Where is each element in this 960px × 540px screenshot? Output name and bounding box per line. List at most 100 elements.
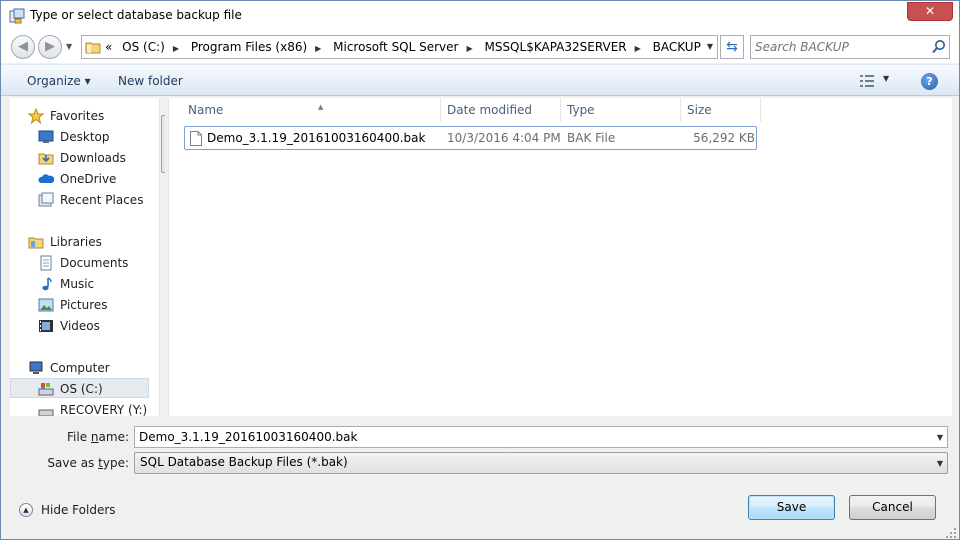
file-name-combobox[interactable]: ▼: [134, 426, 948, 448]
save-type-label-part: ype:: [102, 456, 129, 470]
title-bar: Type or select database backup file ✕: [1, 1, 959, 31]
organize-button[interactable]: Organize ▾: [27, 72, 91, 90]
forward-button[interactable]: ▶: [38, 35, 62, 59]
column-header-label: Date modified: [447, 103, 533, 117]
nav-item-label: Downloads: [60, 151, 126, 165]
nav-item-label: Pictures: [60, 298, 108, 312]
column-header-date-modified[interactable]: Date modified: [441, 98, 561, 122]
libraries-icon: [28, 237, 44, 249]
search-icon[interactable]: [931, 39, 947, 55]
nav-item-libraries[interactable]: Libraries: [10, 232, 150, 252]
breadcrumb-separator-icon[interactable]: ▶: [310, 38, 326, 60]
computer-icon: [29, 361, 43, 374]
recent-locations-dropdown[interactable]: ▼: [66, 43, 74, 51]
nav-scrollbar[interactable]: ▲ ▼: [159, 98, 165, 416]
breadcrumb-separator-icon[interactable]: ▶: [168, 38, 184, 60]
column-header-label: Size: [687, 103, 712, 117]
new-folder-button[interactable]: New folder: [118, 72, 183, 90]
scrollbar-thumb[interactable]: [161, 115, 165, 173]
pictures-icon: [38, 298, 54, 312]
column-header-size[interactable]: Size: [681, 98, 761, 122]
column-header-type[interactable]: Type: [561, 98, 681, 122]
save-button[interactable]: Save: [748, 495, 835, 520]
breadcrumb-item[interactable]: BACKUP: [650, 36, 704, 58]
back-arrow-icon: ◀: [18, 39, 28, 54]
nav-item-recent-places[interactable]: Recent Places: [10, 190, 150, 210]
back-button[interactable]: ◀: [11, 35, 35, 59]
nav-item-desktop[interactable]: Desktop: [10, 127, 150, 147]
forward-arrow-icon: ▶: [45, 39, 55, 54]
nav-item-recovery-drive[interactable]: RECOVERY (Y:): [10, 400, 150, 416]
nav-item-computer[interactable]: Computer: [10, 358, 150, 378]
nav-item-videos[interactable]: Videos: [10, 316, 150, 336]
file-name-label-part: File: [67, 430, 91, 444]
file-name-label-accelerator: n: [90, 430, 99, 444]
nav-item-label: RECOVERY (Y:): [60, 403, 148, 416]
help-icon[interactable]: ?: [921, 73, 938, 90]
collapse-icon: ▲: [19, 503, 33, 517]
file-size-cell: 56,292 KB: [693, 131, 755, 145]
chevron-down-icon[interactable]: ▼: [937, 459, 943, 468]
window-title: Type or select database backup file: [30, 8, 242, 22]
refresh-button[interactable]: ⇆: [720, 35, 744, 59]
music-icon: [42, 277, 52, 291]
breadcrumb-separator-icon[interactable]: ▶: [461, 38, 477, 60]
breadcrumb-item[interactable]: Program Files (x86): [188, 36, 310, 58]
save-type-value: SQL Database Backup Files (*.bak): [140, 455, 348, 469]
documents-icon: [40, 255, 52, 271]
refresh-icon: ⇆: [726, 39, 738, 55]
file-name-input[interactable]: [139, 428, 929, 446]
column-header-label: Name: [188, 103, 224, 117]
sql-server-icon: [9, 8, 25, 24]
folder-icon: [85, 42, 101, 54]
breadcrumb-item[interactable]: MSSQL$KAPA32SERVER: [481, 36, 629, 58]
breadcrumb-separator-icon[interactable]: ▶: [630, 38, 646, 60]
cancel-button[interactable]: Cancel: [849, 495, 936, 520]
nav-item-downloads[interactable]: Downloads: [10, 148, 150, 168]
resize-grip-icon[interactable]: [945, 527, 957, 539]
breadcrumb-item[interactable]: Microsoft SQL Server: [330, 36, 461, 58]
star-icon: [28, 108, 44, 124]
nav-item-music[interactable]: Music: [10, 274, 150, 294]
drive-icon: [38, 383, 54, 396]
nav-item-label: OS (C:): [60, 382, 103, 396]
nav-item-label: Recent Places: [60, 193, 144, 207]
address-dropdown-button[interactable]: ▼: [702, 36, 718, 58]
nav-item-label: Music: [60, 277, 95, 291]
file-name-cell: Demo_3.1.19_20161003160400.bak: [207, 131, 426, 145]
scroll-up-icon[interactable]: ▲: [160, 98, 166, 114]
view-options-icon[interactable]: [859, 74, 875, 88]
search-input[interactable]: [755, 38, 925, 56]
hide-folders-label: Hide Folders: [41, 503, 116, 517]
address-bar[interactable]: « OS (C:) ▶ Program Files (x86) ▶ Microsof…: [81, 35, 718, 59]
nav-item-favorites[interactable]: Favorites: [10, 106, 150, 126]
breadcrumb-overflow[interactable]: «: [102, 36, 115, 58]
nav-item-label: Libraries: [50, 235, 102, 249]
breadcrumb-item[interactable]: OS (C:): [119, 36, 168, 58]
column-header-name[interactable]: Name ▲: [182, 98, 441, 122]
view-options-dropdown[interactable]: ▼: [883, 74, 889, 83]
nav-item-label: OneDrive: [60, 172, 117, 186]
drive-icon: [38, 409, 54, 416]
nav-item-documents[interactable]: Documents: [10, 253, 150, 273]
file-icon: [190, 131, 202, 146]
save-type-select[interactable]: SQL Database Backup Files (*.bak) ▼: [134, 452, 948, 474]
file-name-label: File name:: [41, 430, 129, 444]
desktop-icon: [38, 130, 54, 143]
address-row: ◀ ▶ ▼ « OS (C:) ▶ Program Files (x86) ▶ Mi…: [1, 31, 959, 63]
file-date-cell: 10/3/2016 4:04 PM: [447, 131, 561, 145]
save-type-label: Save as type:: [21, 456, 129, 470]
file-row[interactable]: Demo_3.1.19_20161003160400.bak 10/3/2016…: [184, 126, 757, 150]
search-box[interactable]: [750, 35, 950, 59]
nav-item-pictures[interactable]: Pictures: [10, 295, 150, 315]
file-type-cell: BAK File: [567, 131, 616, 145]
nav-item-label: Favorites: [50, 109, 105, 123]
close-button[interactable]: ✕: [907, 2, 953, 21]
nav-item-label: Computer: [50, 361, 110, 375]
nav-item-onedrive[interactable]: OneDrive: [10, 169, 150, 189]
nav-item-os-drive[interactable]: OS (C:): [10, 378, 149, 398]
chevron-down-icon[interactable]: ▼: [937, 433, 943, 442]
recent-places-icon: [38, 192, 54, 207]
navigation-pane: Favorites Desktop Downloads OneDrive Rec…: [10, 98, 165, 416]
scroll-down-icon[interactable]: ▼: [160, 400, 166, 416]
